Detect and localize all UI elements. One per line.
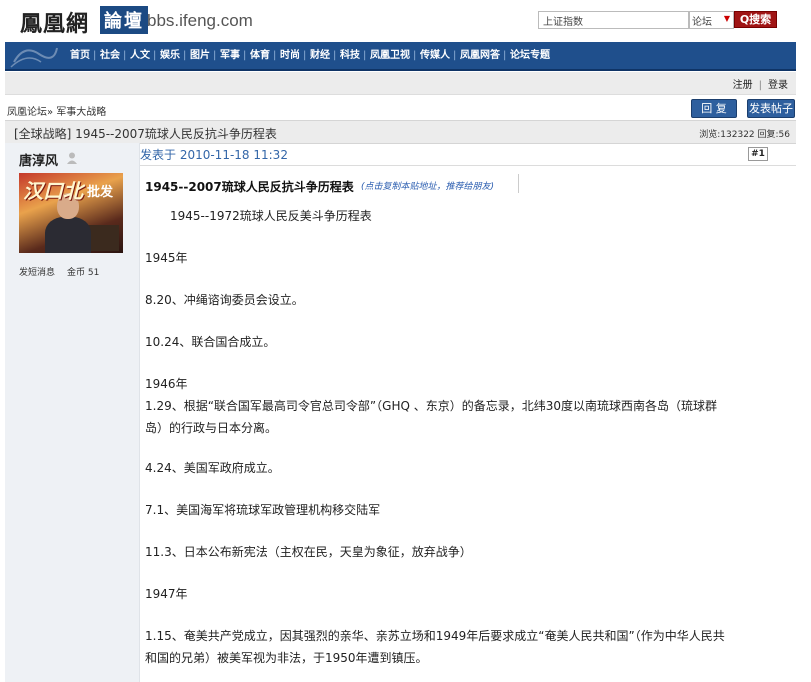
search-scope-select[interactable]: 论坛 ▼ <box>688 11 734 29</box>
avatar-banner-2: 批发 <box>87 185 114 200</box>
post-line: 10.24、联合国合成立。 <box>145 335 276 349</box>
new-post-button[interactable]: 发表帖子 <box>747 99 795 118</box>
nav-item[interactable]: 传媒人 <box>413 42 455 69</box>
nav-item[interactable]: 体育 <box>243 42 275 69</box>
thread-title: [全球战略] 1945--2007琉球人民反抗斗争历程表 <box>14 127 277 141</box>
author-coins: 金币 51 <box>67 268 100 278</box>
reply-button[interactable]: 回 复 <box>691 99 737 118</box>
nav-item[interactable]: 娱乐 <box>153 42 185 69</box>
author-panel: 唐淳风 汉口北 批发 发短消息 金币 51 <box>5 143 140 682</box>
search-input[interactable]: 上证指数 <box>538 11 690 29</box>
chevron-down-icon: ▼ <box>723 14 730 23</box>
nav-item[interactable]: 社会 <box>93 42 125 69</box>
post-line: 7.1、美国海军将琉球军政管理机构移交陆军 <box>145 503 381 517</box>
main-nav: 首页社会人文娱乐图片军事体育时尚财经科技凤凰卫视传媒人凤凰网答论坛专题 <box>5 42 796 71</box>
post-line: 1.15、奄美共产党成立，因其强烈的亲华、亲苏立场和1949年后要求成立“奄美人… <box>145 629 725 643</box>
site-header: 鳳凰網 論壇 bbs.ifeng.com 上证指数 论坛 ▼ Q搜索 <box>0 0 811 40</box>
site-logo[interactable]: 鳳凰網 <box>20 6 89 38</box>
nav-item[interactable]: 凤凰网答 <box>453 42 505 69</box>
thread-stats: 浏览:132322 回复:56 <box>699 130 790 140</box>
post-content: 发表于 2010-11-18 11:32 #1 1945--2007琉球人民反抗… <box>140 143 796 682</box>
search-button[interactable]: Q搜索 <box>734 11 777 28</box>
nav-item[interactable]: 首页 <box>65 42 95 69</box>
avatar-body <box>45 217 91 253</box>
post-line: 11.3、日本公布新宪法（主权在民，天皇为象征，放弃战争） <box>145 545 472 559</box>
breadcrumb[interactable]: 凤凰论坛» 军事大战略 <box>7 103 106 118</box>
nav-item[interactable]: 图片 <box>183 42 215 69</box>
site-domain: bbs.ifeng.com <box>147 11 253 30</box>
post-line: 1945--1972琉球人民反美斗争历程表 <box>170 209 372 223</box>
post-line: 1947年 <box>145 587 188 601</box>
nav-item[interactable]: 人文 <box>123 42 155 69</box>
post-date: 发表于 2010-11-18 11:32 <box>140 148 288 162</box>
user-links: 注册 | 登录 <box>733 76 788 91</box>
login-link[interactable]: 登录 <box>768 80 788 91</box>
nav-item[interactable]: 财经 <box>303 42 335 69</box>
divider: | <box>758 80 762 91</box>
user-bar: 注册 | 登录 <box>5 72 796 95</box>
post-line: 和国的兄弟）被美军视为非法，于1950年遭到镇压。 <box>145 651 428 665</box>
register-link[interactable]: 注册 <box>733 80 753 91</box>
post-title: 1945--2007琉球人民反抗斗争历程表 <box>145 180 354 194</box>
post-line: 1946年 <box>145 377 188 391</box>
thread-title-bar: [全球战略] 1945--2007琉球人民反抗斗争历程表 浏览:132322 回… <box>5 120 796 144</box>
user-offline-icon <box>67 152 77 164</box>
nav-item[interactable]: 军事 <box>213 42 245 69</box>
author-name[interactable]: 唐淳风 <box>19 150 58 169</box>
send-message-link[interactable]: 发短消息 <box>19 268 55 278</box>
forum-logo[interactable]: 論壇 <box>100 6 148 34</box>
search-scope-value: 论坛 <box>692 17 712 28</box>
divider <box>140 165 796 166</box>
nav-item[interactable]: 时尚 <box>273 42 305 69</box>
nav-item[interactable]: 科技 <box>333 42 365 69</box>
post-line: 1.29、根据“联合国军最高司令官总司令部”（GHQ 、东京）的备忘录，北纬30… <box>145 399 718 413</box>
author-meta: 发短消息 金币 51 <box>19 265 99 278</box>
post-line: 岛）的行政与日本分离。 <box>145 421 278 435</box>
post-line: 8.20、冲绳谘询委员会设立。 <box>145 293 304 307</box>
nav-item[interactable]: 论坛专题 <box>503 42 555 69</box>
nav-item[interactable]: 凤凰卫视 <box>363 42 415 69</box>
post-line: 1945年 <box>145 251 188 265</box>
post-line: 4.24、美国军政府成立。 <box>145 461 280 475</box>
post-floor-badge[interactable]: #1 <box>748 147 768 161</box>
avatar[interactable]: 汉口北 批发 <box>19 173 123 253</box>
avatar-banner: 汉口北 <box>23 179 83 203</box>
nav-decor-icon <box>10 47 58 68</box>
nav-list: 首页社会人文娱乐图片军事体育时尚财经科技凤凰卫视传媒人凤凰网答论坛专题 <box>5 42 796 69</box>
copy-link-hint[interactable]: (点击复制本贴地址，推荐给朋友) <box>361 179 494 192</box>
